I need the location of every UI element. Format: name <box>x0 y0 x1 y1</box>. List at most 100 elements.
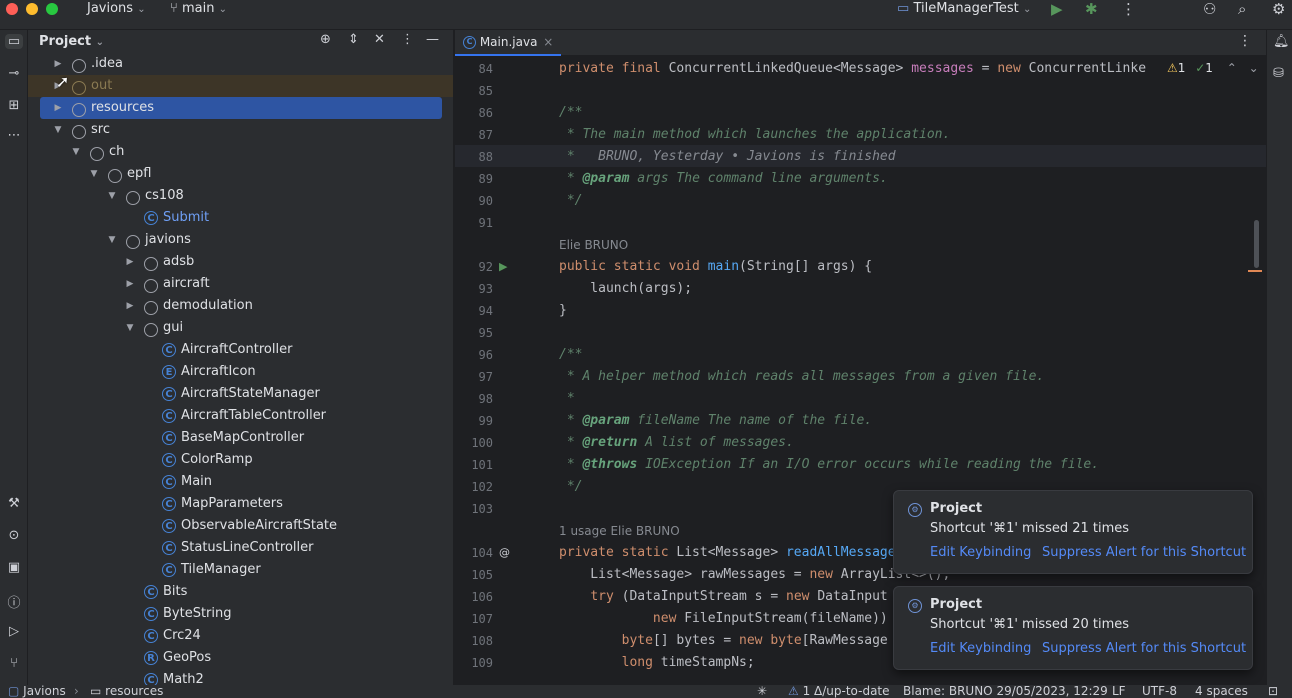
services-icon[interactable]: ⊙ <box>5 528 23 543</box>
progress-icon[interactable]: ✳ <box>757 685 767 698</box>
breadcrumb-resources[interactable]: resources <box>105 685 163 698</box>
blame-info[interactable]: Blame: BRUNO 29/05/2023, 12:29 <box>903 685 1108 698</box>
tree-item[interactable]: C ObservableAircraftState <box>28 515 453 537</box>
annotation-gutter-icon[interactable]: @ <box>499 542 510 564</box>
chevron-right-icon[interactable]: ▶ <box>124 295 136 317</box>
scrollbar-thumb[interactable] <box>1254 220 1259 268</box>
suppress-alert-link[interactable]: Suppress Alert for this Shortcut <box>1042 641 1246 656</box>
database-icon[interactable]: ⛁ <box>1273 66 1284 81</box>
close-icon[interactable]: × <box>543 35 553 49</box>
tree-item[interactable]: ▼ epfl <box>28 163 453 185</box>
chevron-down-icon[interactable]: ▼ <box>88 163 100 185</box>
options-icon[interactable]: ⋮ <box>401 32 414 47</box>
debug-icon[interactable]: ✱ <box>1085 0 1098 18</box>
tab-options-icon[interactable]: ⋮ <box>1238 33 1252 49</box>
tree-item[interactable]: C Submit <box>28 207 453 229</box>
tree-item[interactable]: C BaseMapController <box>28 427 453 449</box>
chevron-down-icon[interactable]: ▼ <box>106 229 118 251</box>
chevron-right-icon[interactable]: ▶ <box>124 251 136 273</box>
folder-icon[interactable]: ▭ <box>5 34 23 49</box>
project-selector[interactable]: Javions ⌄ <box>87 1 146 16</box>
tree-item[interactable]: E AircraftIcon <box>28 361 453 383</box>
tree-item[interactable]: ▼ src <box>28 119 453 141</box>
tree-item[interactable]: C AircraftController <box>28 339 453 361</box>
git-icon[interactable]: ⑂ <box>5 656 23 671</box>
inspection-widget[interactable]: ⚠1 ✓1 ⌃ ⌄ <box>1167 61 1259 75</box>
tree-item[interactable]: C AircraftTableController <box>28 405 453 427</box>
run-icon[interactable]: ▶ <box>1051 0 1063 18</box>
tree-item[interactable]: C StatusLineController <box>28 537 453 559</box>
run-config-selector[interactable]: ▭ TileManagerTest ⌄ <box>897 1 1031 16</box>
suppress-alert-link[interactable]: Suppress Alert for this Shortcut <box>1042 545 1246 560</box>
tree-item[interactable]: C Crc24 <box>28 625 453 647</box>
tree-item[interactable]: C Main <box>28 471 453 493</box>
edit-keybinding-link[interactable]: Edit Keybinding <box>930 545 1031 560</box>
tree-item[interactable]: C ColorRamp <box>28 449 453 471</box>
chevron-down-icon[interactable]: ▼ <box>106 185 118 207</box>
settings-icon[interactable]: ⚙ <box>1272 0 1285 18</box>
zoom-window-button[interactable] <box>46 3 58 15</box>
hide-panel-icon[interactable]: — <box>426 32 439 47</box>
chevron-down-icon[interactable]: ▼ <box>70 141 82 163</box>
vcs-status[interactable]: ⚠ 1 Δ/up-to-date <box>788 685 890 698</box>
lock-icon[interactable]: ⊡ <box>1268 685 1278 698</box>
more-tools-icon[interactable]: ⋯ <box>5 128 23 143</box>
minimize-window-button[interactable] <box>26 3 38 15</box>
line-separator[interactable]: LF <box>1112 685 1126 698</box>
tab-main-java[interactable]: C Main.java × <box>455 30 562 56</box>
folder-icon <box>72 59 86 73</box>
tree-item[interactable]: C AircraftStateManager <box>28 383 453 405</box>
add-user-icon[interactable]: ⚇ <box>1203 0 1216 18</box>
tree-item[interactable]: C TileManager <box>28 559 453 581</box>
file-encoding[interactable]: UTF-8 <box>1142 685 1177 698</box>
class-icon: C <box>144 629 158 643</box>
indent-setting[interactable]: 4 spaces <box>1195 685 1248 698</box>
tree-item[interactable]: ▼ ch <box>28 141 453 163</box>
project-view-selector[interactable]: Project ⌄ <box>39 34 104 49</box>
tree-item[interactable]: ▶ adsb <box>28 251 453 273</box>
terminal-icon[interactable]: ▣ <box>5 560 23 575</box>
run-tool-icon[interactable]: ▷ <box>5 624 23 639</box>
chevron-right-icon[interactable]: ▶ <box>124 273 136 295</box>
tree-item[interactable]: ▶ .idea <box>28 53 453 75</box>
tree-item[interactable]: ▶ out <box>28 75 453 97</box>
tree-item[interactable]: ▼ javions <box>28 229 453 251</box>
locate-icon[interactable]: ⊕ <box>320 32 331 47</box>
chevron-down-icon[interactable]: ▼ <box>52 119 64 141</box>
close-window-button[interactable] <box>6 3 18 15</box>
edit-keybinding-link[interactable]: Edit Keybinding <box>930 641 1031 656</box>
tree-item[interactable]: ▶ resources <box>28 97 453 119</box>
tree-item[interactable]: C Bits <box>28 581 453 603</box>
tree-item[interactable]: C ByteString <box>28 603 453 625</box>
search-icon[interactable]: ⌕ <box>1238 0 1246 18</box>
chevron-down-icon[interactable]: ⌄ <box>1249 61 1259 75</box>
code-vision-hint[interactable]: Elie BRUNO <box>559 234 628 256</box>
chevron-up-icon[interactable]: ⌃ <box>1227 61 1237 75</box>
tree-item[interactable]: C Math2 <box>28 669 453 685</box>
commit-icon[interactable]: ⊸ <box>5 66 23 81</box>
breadcrumb-item[interactable]: ▭ resources <box>90 685 163 698</box>
tree-item[interactable]: ▼ cs108 <box>28 185 453 207</box>
tree-item[interactable]: C MapParameters <box>28 493 453 515</box>
tree-item-label: Bits <box>163 584 188 599</box>
chevron-down-icon[interactable]: ▼ <box>124 317 136 339</box>
problems-icon[interactable]: ⓘ <box>5 592 23 611</box>
branch-selector[interactable]: ⑂ main ⌄ <box>170 1 227 16</box>
more-actions-icon[interactable]: ⋮ <box>1121 0 1136 18</box>
breadcrumb-project[interactable]: Javions <box>23 685 66 698</box>
build-icon[interactable]: ⚒ <box>5 496 23 511</box>
tree-item[interactable]: ▼ gui <box>28 317 453 339</box>
structure-icon[interactable]: ⊞ <box>5 98 23 113</box>
tree-item[interactable]: ▶ aircraft <box>28 273 453 295</box>
breadcrumb[interactable]: ▢ Javions <box>8 685 66 698</box>
tree-item[interactable]: ▶ demodulation <box>28 295 453 317</box>
tree-item-label: ObservableAircraftState <box>181 518 337 533</box>
expand-all-icon[interactable]: ⇕ <box>348 32 359 47</box>
class-icon: C <box>144 673 158 685</box>
run-gutter-icon[interactable]: ▶ <box>499 256 507 278</box>
notifications-icon[interactable]: 🔔︎ <box>1273 34 1290 49</box>
chevron-right-icon[interactable]: ▶ <box>52 97 64 119</box>
tree-item[interactable]: R GeoPos <box>28 647 453 669</box>
collapse-all-icon[interactable]: ✕ <box>374 32 385 47</box>
code-vision-hint[interactable]: 1 usage Elie BRUNO <box>559 520 680 542</box>
